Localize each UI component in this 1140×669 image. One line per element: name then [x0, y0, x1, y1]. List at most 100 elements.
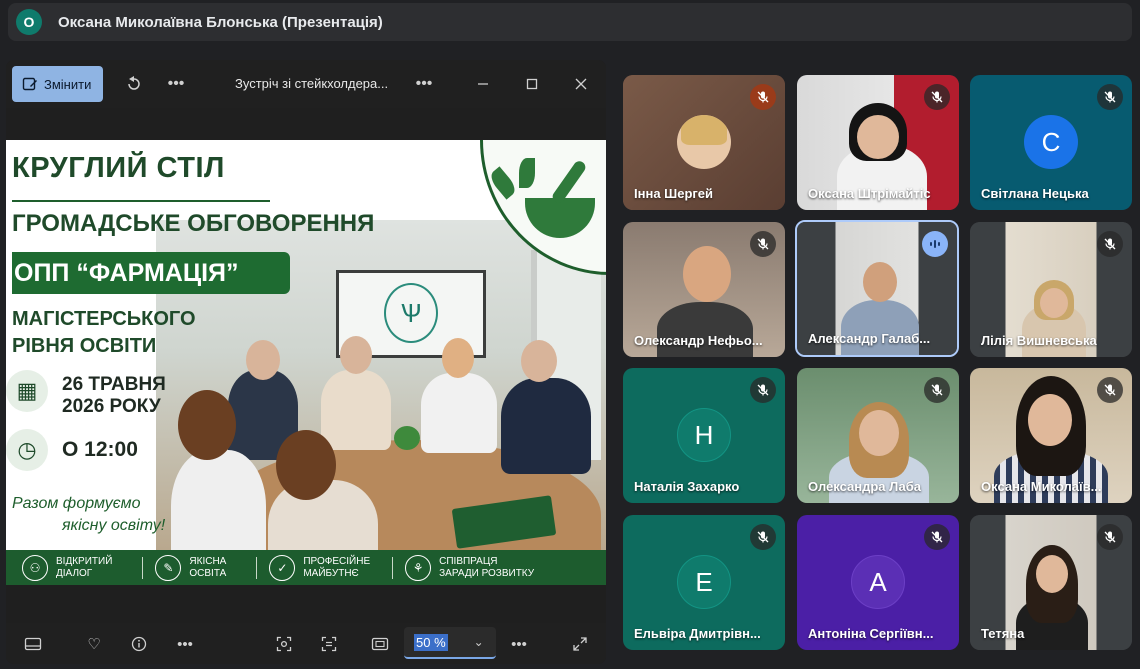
footer-text: ВІДКРИТИЙ	[56, 555, 113, 567]
fit-to-window-icon[interactable]	[369, 633, 391, 655]
footer-separator	[392, 556, 394, 579]
minimize-icon[interactable]	[471, 72, 495, 96]
shared-window: Змінити ••• Зустріч зі стейкхолдера... •…	[6, 60, 606, 664]
participant-tile[interactable]: Інна Шергей	[623, 75, 785, 210]
participant-name: Антоніна Сергіївн...	[808, 626, 934, 641]
filmstrip-icon[interactable]	[22, 633, 44, 655]
participant-tile[interactable]: С Світлана Нецька	[970, 75, 1132, 210]
speaking-indicator-icon	[922, 231, 948, 257]
participant-letter-avatar: Е	[677, 555, 731, 609]
plant-icon	[394, 426, 420, 450]
leaf-icon	[519, 158, 535, 188]
leaf-icon	[487, 166, 519, 200]
favorite-heart-icon[interactable]: ♡	[83, 633, 105, 655]
mic-off-icon	[924, 524, 950, 550]
graduation-icon: ✎	[155, 554, 182, 581]
presenter-title: Оксана Миколаївна Блонська (Презентація)	[58, 13, 383, 31]
participant-tile[interactable]: Олександр Нефьо...	[623, 222, 785, 357]
participant-name: Олександр Нефьо...	[634, 333, 763, 348]
clock-icon: ◷	[6, 429, 48, 471]
footer-text: ЯКІСНА	[189, 555, 227, 567]
more-options-icon[interactable]: •••	[164, 72, 188, 96]
footer-text: ОСВІТА	[189, 567, 227, 579]
footer-separator	[256, 556, 258, 579]
slide-slogan-1: Разом формуємо	[12, 495, 141, 512]
maximize-icon[interactable]	[520, 72, 544, 96]
mic-off-icon	[1097, 231, 1123, 257]
participant-name: Лілія Вишневська	[981, 333, 1097, 348]
participant-tile[interactable]: Тетяна	[970, 515, 1132, 650]
mic-off-icon	[750, 377, 776, 403]
people-icon: ⚇	[22, 554, 48, 581]
more-options-icon[interactable]: •••	[174, 633, 196, 655]
slide-date-1: 26 ТРАВНЯ	[62, 374, 166, 395]
slide-heading-1: КРУГЛИЙ СТІЛ	[12, 152, 225, 184]
shield-icon: ✓	[269, 554, 296, 581]
participant-tile[interactable]: Олександра Лаба	[797, 368, 959, 503]
zoom-value: 50 %	[414, 633, 448, 651]
photo-head	[340, 336, 372, 374]
mic-off-icon	[750, 524, 776, 550]
photo-head	[442, 338, 474, 378]
zoom-dropdown[interactable]: 50 % ⌄	[404, 627, 496, 659]
footer-text: ПРОФЕСІЙНЕ	[303, 555, 371, 567]
footer-text: СПІВПРАЦЯ	[439, 555, 498, 567]
participant-face	[1028, 394, 1072, 446]
mic-off-icon	[1097, 84, 1123, 110]
participant-name: Світлана Нецька	[981, 186, 1089, 201]
footer-item: ✎ ЯКІСНА ОСВІТА	[155, 554, 227, 581]
info-icon[interactable]	[128, 633, 150, 655]
slide-heading-4b: РІВНЯ ОСВІТИ	[12, 335, 157, 357]
close-icon[interactable]	[569, 72, 593, 96]
participant-letter-avatar: А	[851, 555, 905, 609]
presentation-slide: Ѱ КРУГЛИЙ СТІЛ ГРОМАДСЬКЕ ОБГОВОРЕННЯ ОП…	[6, 140, 606, 585]
participant-tile-speaking[interactable]: Александр Галаб...	[795, 220, 959, 357]
expand-icon[interactable]	[569, 633, 591, 655]
text-scan-icon[interactable]	[318, 633, 340, 655]
participant-face	[1036, 555, 1068, 593]
more-options-icon[interactable]: •••	[508, 633, 530, 655]
photo-person	[421, 373, 497, 453]
presenter-avatar: О	[16, 9, 42, 35]
participant-tile[interactable]: Н Наталія Захарко	[623, 368, 785, 503]
footer-item: ⚘ СПІВПРАЦЯ ЗАРАДИ РОЗВИТКУ	[405, 554, 535, 581]
edit-button[interactable]: Змінити	[12, 66, 103, 102]
participant-avatar	[677, 115, 731, 169]
participant-tile[interactable]: А Антоніна Сергіївн...	[797, 515, 959, 650]
participant-figure	[657, 302, 753, 357]
footer-text: ЗАРАДИ РОЗВИТКУ	[439, 567, 535, 579]
window-bottom-toolbar: ♡ ••• 50 % ⌄ •••	[6, 623, 606, 664]
participant-face	[1040, 288, 1068, 318]
participant-tile[interactable]: Оксана Миколаїв...	[970, 368, 1132, 503]
participant-figure	[841, 300, 919, 355]
participant-tile[interactable]: Оксана Штрімайтіс	[797, 75, 959, 210]
mic-off-icon	[750, 84, 776, 110]
mic-off-icon	[750, 231, 776, 257]
participant-face	[683, 246, 731, 302]
footer-separator	[142, 556, 144, 579]
mic-off-icon	[1097, 524, 1123, 550]
slide-footer: ⚇ ВІДКРИТИЙ ДІАЛОГ ✎ ЯКІСНА ОСВІТА ✓ ПРОФЕ…	[6, 550, 606, 585]
handshake-icon: ⚘	[405, 554, 432, 581]
mic-off-icon	[924, 84, 950, 110]
footer-text: ДІАЛОГ	[56, 567, 93, 579]
mic-off-icon	[924, 377, 950, 403]
participant-tile[interactable]: Лілія Вишневська	[970, 222, 1132, 357]
meet-app: О Оксана Миколаївна Блонська (Презентаці…	[0, 0, 1140, 669]
participant-name: Оксана Миколаїв...	[981, 479, 1102, 494]
slide-slogan-2: якісну освіту!	[62, 517, 166, 534]
window-more-icon[interactable]: •••	[412, 72, 436, 96]
slide-divider	[12, 200, 270, 202]
rotate-icon[interactable]	[122, 72, 146, 96]
participant-name: Александр Галаб...	[808, 331, 931, 346]
slide-heading-4: МАГІСТЕРСЬКОГО РІВНЯ ОСВІТИ	[12, 306, 196, 360]
participant-tile[interactable]: Е Ельвіра Дмитрівн...	[623, 515, 785, 650]
visual-search-icon[interactable]	[273, 633, 295, 655]
photo-head	[276, 430, 336, 500]
footer-item: ✓ ПРОФЕСІЙНЕ МАЙБУТНЄ	[269, 554, 371, 581]
slide-date-2: 2026 РОКУ	[62, 396, 161, 417]
photo-person	[501, 378, 591, 474]
participant-letter-avatar: Н	[677, 408, 731, 462]
mic-off-icon	[1097, 377, 1123, 403]
avatar-hair	[681, 115, 727, 145]
